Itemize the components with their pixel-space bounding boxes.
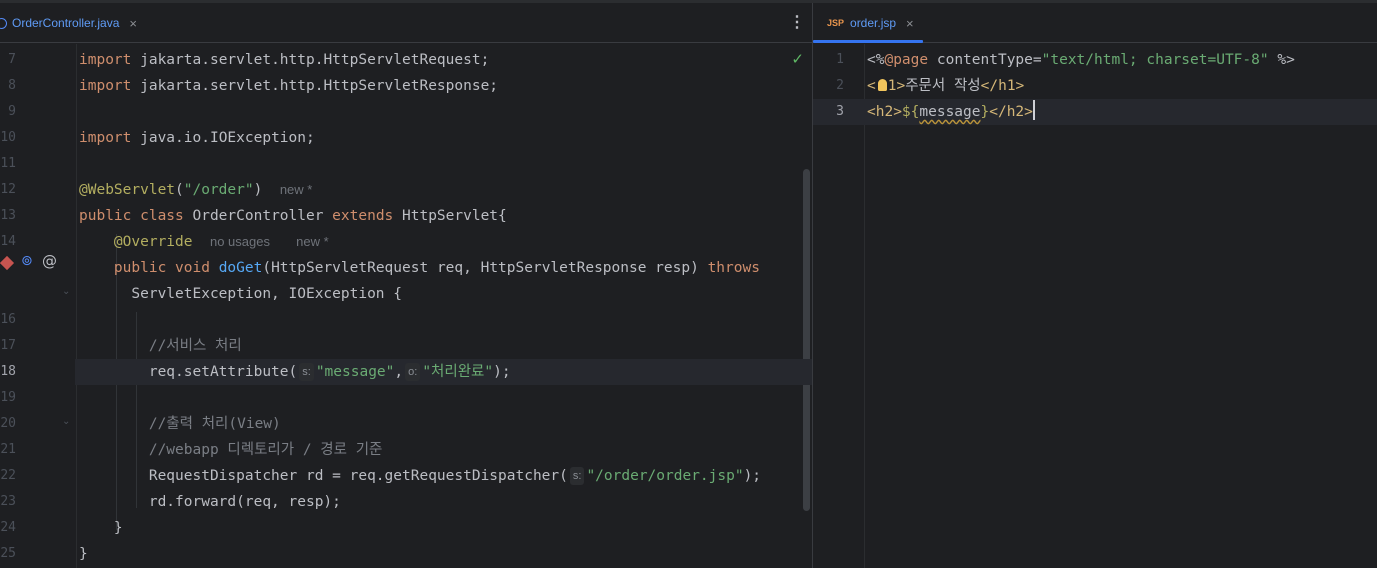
java-class-icon [0, 17, 7, 29]
line-number: 14 [0, 234, 16, 249]
active-tab-indicator [813, 40, 923, 43]
code-text: RequestDispatcher rd = req.getRequestDis… [79, 467, 762, 485]
line-number: 23 [0, 494, 16, 509]
code-line[interactable]: 11 [0, 151, 812, 177]
code-line[interactable]: 17 //서비스 처리 [0, 333, 812, 359]
code-text: } [79, 520, 123, 536]
jsp-tab-bar: JSP order.jsp × [813, 3, 1377, 43]
code-line[interactable]: 8 import jakarta.servlet.http.HttpServlet… [0, 73, 812, 99]
code-line[interactable]: 22 RequestDispatcher rd = req.getRequest… [0, 463, 812, 489]
jsp-code-area[interactable]: 1 <%@page contentType="text/html; charset… [813, 44, 1377, 568]
code-line[interactable]: 2 <1>주문서 작성</h1> [813, 73, 1377, 99]
code-line[interactable]: 14 @Override no usages new * [0, 229, 812, 255]
code-line[interactable]: 20 //출력 처리(View) [0, 411, 812, 437]
line-number: 3 [836, 104, 844, 119]
code-text: <1>주문서 작성</h1> [867, 78, 1025, 94]
code-text: import java.io.IOException; [79, 130, 315, 146]
close-tab-icon[interactable]: × [906, 16, 914, 31]
line-number: 21 [0, 442, 16, 457]
line-number: 22 [0, 468, 16, 483]
tab-options-menu-icon[interactable]: ⋮ [789, 13, 805, 33]
code-text: req.setAttribute(s: "message", o: "처리완료"); [79, 363, 511, 381]
java-editor-pane: OrderController.java × ⋮ ✓ ⊚ @ ⌄ ⌄ 7 impo… [0, 3, 887, 568]
code-line[interactable]: 24 } [0, 515, 812, 541]
line-number: 8 [8, 78, 16, 93]
line-number: 24 [0, 520, 16, 535]
code-text: @WebServlet("/order") new * [79, 182, 313, 198]
line-number: 11 [0, 156, 16, 171]
code-line[interactable]: 9 [0, 99, 812, 125]
close-tab-icon[interactable]: × [129, 16, 137, 31]
code-text: //서비스 처리 [148, 338, 242, 354]
line-number: 10 [0, 130, 16, 145]
tab-label: order.jsp [850, 16, 897, 30]
code-line[interactable]: 16 [0, 307, 812, 333]
code-text: public void doGet(HttpServletRequest req… [113, 260, 760, 276]
code-line[interactable]: 7 import jakarta.servlet.http.HttpServlet… [0, 47, 812, 73]
line-number: 9 [8, 104, 16, 119]
code-line[interactable]: 23 rd.forward(req, resp); [0, 489, 812, 515]
code-text: import jakarta.servlet.http.HttpServletR… [79, 52, 490, 68]
tab-label: OrderController.java [12, 16, 120, 30]
code-line[interactable]: ServletException, IOException { [0, 281, 812, 307]
java-tab-bar: OrderController.java × ⋮ [0, 3, 812, 43]
line-number: 12 [0, 182, 16, 197]
code-text: import jakarta.servlet.http.HttpServletR… [79, 78, 499, 94]
java-code-area[interactable]: ✓ ⊚ @ ⌄ ⌄ 7 import jakarta.servlet.http.H… [0, 44, 887, 568]
code-line[interactable]: 13 public class OrderController extends H… [0, 203, 812, 229]
code-line[interactable]: 25} [0, 541, 812, 567]
code-text: //webapp 디렉토리가 / 경로 기준 [148, 442, 383, 458]
jsp-editor-pane: JSP order.jsp × 1 <%@page contentType="te… [813, 3, 1377, 568]
code-line[interactable]: 1 <%@page contentType="text/html; charset… [813, 47, 1377, 73]
line-number: 7 [8, 52, 16, 67]
line-number: 2 [836, 78, 844, 93]
code-line[interactable]: 21 //webapp 디렉토리가 / 경로 기준 [0, 437, 812, 463]
code-text: <h2>${message}</h2> [867, 99, 1035, 125]
code-line[interactable]: 12 @WebServlet("/order") new * [0, 177, 812, 203]
tab-order-jsp[interactable]: JSP order.jsp × [827, 3, 914, 43]
jsp-file-icon: JSP [827, 18, 845, 28]
code-text: } [79, 546, 88, 562]
code-line[interactable]: 10 import java.io.IOException; [0, 125, 812, 151]
code-text: @Override no usages new * [113, 234, 329, 250]
line-number: 20 [0, 416, 16, 431]
line-number: 19 [0, 390, 16, 405]
code-text: public class OrderController extends Htt… [79, 208, 507, 224]
line-number: 25 [0, 546, 16, 561]
code-text: rd.forward(req, resp); [79, 494, 341, 510]
code-text: //출력 처리(View) [148, 416, 281, 432]
code-line[interactable]: public void doGet(HttpServletRequest req… [0, 255, 812, 281]
code-line[interactable]: 3 <h2>${message}</h2> [813, 99, 1377, 125]
code-line[interactable]: 19 [0, 385, 812, 411]
line-number: 13 [0, 208, 16, 223]
code-line[interactable]: 18 req.setAttribute(s: "message", o: "처리완료"… [0, 359, 887, 385]
line-number: 1 [836, 52, 844, 67]
line-number: 17 [0, 338, 16, 353]
line-number: 18 [0, 364, 16, 379]
code-text: ServletException, IOException { [79, 286, 403, 302]
line-number: 16 [0, 312, 16, 327]
code-text: <%@page contentType="text/html; charset=… [867, 52, 1295, 68]
tab-ordercontroller-java[interactable]: OrderController.java × [0, 3, 137, 43]
